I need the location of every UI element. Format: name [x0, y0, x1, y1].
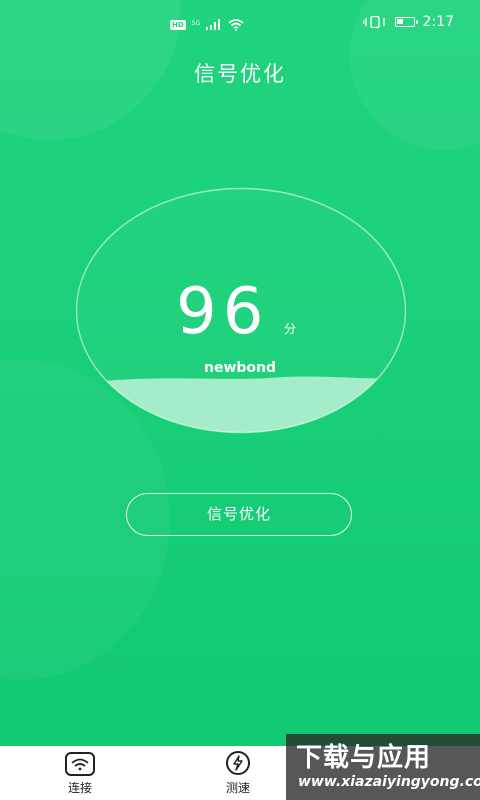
signal-icon: [206, 19, 221, 30]
nav-item-speedtest[interactable]: 测速: [188, 746, 288, 800]
watermark-url: www.xiazaiyingyong.com: [298, 774, 480, 790]
watermark-title: 下载与应用: [296, 743, 432, 773]
page-title: 信号优化: [194, 62, 286, 86]
status-bar-right: 2:17: [362, 14, 454, 30]
gauge-fill-wave: [76, 376, 406, 433]
status-time: 2:17: [422, 14, 454, 30]
vibrate-icon: [362, 16, 385, 28]
battery-icon: [394, 17, 418, 27]
status-bar-left: HD 5G: [170, 15, 244, 34]
optimize-signal-button[interactable]: 信号优化: [126, 493, 352, 536]
signal-score-unit: 分: [284, 322, 297, 336]
nav-label-connect: 连接: [67, 781, 92, 795]
wifi-icon: [228, 18, 244, 31]
network-name: newbond: [203, 360, 277, 376]
status-bar: HD 5G 2:17: [0, 0, 480, 44]
nav-label-speedtest: 测速: [225, 781, 250, 795]
bolt-icon: [226, 751, 250, 775]
wifi-icon: [65, 752, 95, 776]
battery-level: [396, 19, 403, 24]
signal-score-value: 96: [176, 275, 270, 349]
network-type-text: 5G: [191, 20, 201, 27]
nav-item-connect[interactable]: 连接: [30, 746, 130, 800]
watermark-logo: 下载与应用 www.xiazaiyingyong.com: [286, 734, 480, 800]
network-type-label: 5G: [192, 15, 200, 34]
hd-badge-icon: HD: [170, 19, 186, 30]
